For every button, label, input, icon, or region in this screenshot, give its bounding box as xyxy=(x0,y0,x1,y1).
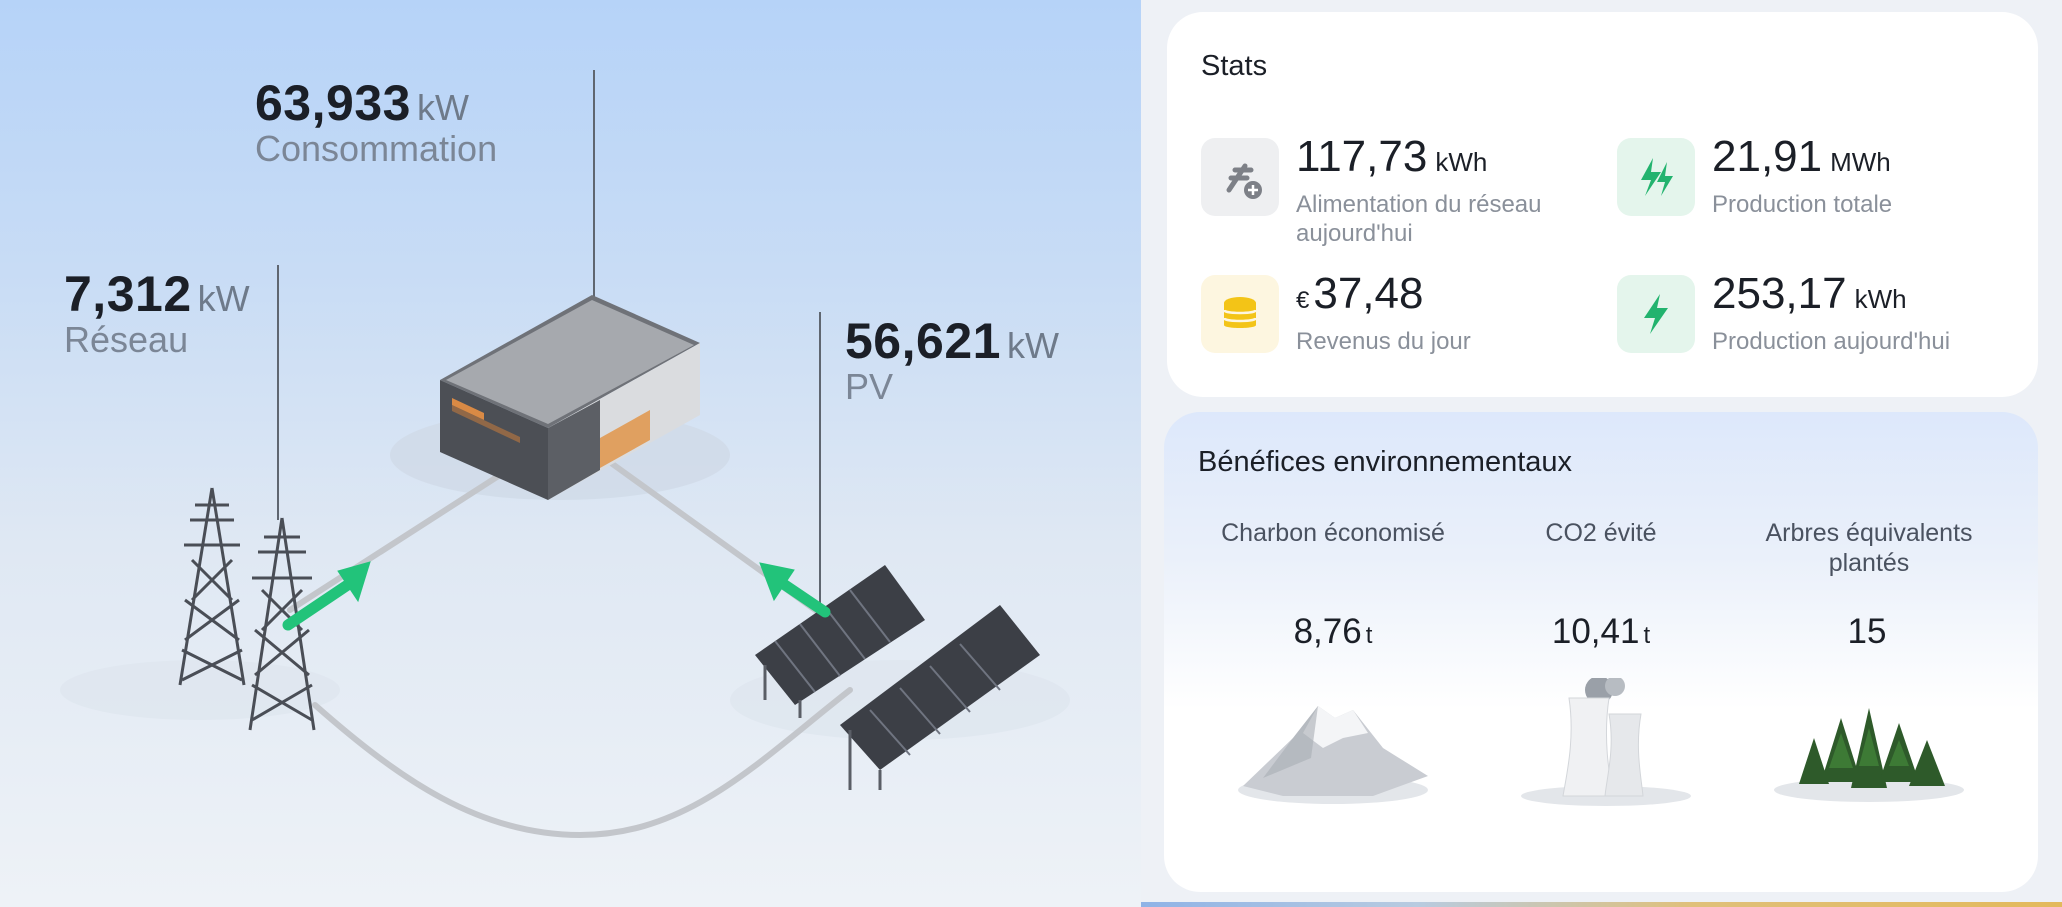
stat-today-production-label: Production aujourd'hui xyxy=(1712,328,1951,355)
bottom-strip xyxy=(1141,902,2062,907)
benefit-co2-avoided: CO2 évité 10,41 t xyxy=(1486,518,1716,808)
stat-daily-revenue-value: 37,48 xyxy=(1313,269,1424,318)
stat-today-production-unit: kWh xyxy=(1854,284,1907,314)
energy-flow-illustration xyxy=(60,70,1070,839)
consumption-label: Consommation xyxy=(255,128,498,169)
pv-metric: 56,621 kW PV xyxy=(845,312,1059,408)
benefit-coal-label: Charbon économisé xyxy=(1221,519,1445,547)
benefit-coal-unit: t xyxy=(1365,622,1373,649)
stats-title: Stats xyxy=(1201,50,1268,82)
stat-total-production-unit: MWh xyxy=(1830,147,1891,177)
benefit-coal-saved: Charbon économisé 8,76 t xyxy=(1218,518,1448,808)
benefit-trees-planted: Arbres équivalents plantés 15 xyxy=(1754,518,1984,808)
stat-daily-revenue-label: Revenus du jour xyxy=(1296,328,1471,355)
stat-today-production-value: 253,17 xyxy=(1712,269,1847,318)
environmental-benefits-card: Bénéfices environnementaux Charbon écono… xyxy=(1164,412,2038,892)
stats-card: Stats 117,73 kWh Alimentation du réseau a… xyxy=(1167,12,2038,397)
benefit-co2-unit: t xyxy=(1643,622,1651,649)
stat-total-production-value: 21,91 xyxy=(1712,132,1823,181)
pv-flow-arrow xyxy=(759,562,831,618)
benefit-coal-value: 8,76 xyxy=(1293,612,1362,651)
grid-label: Réseau xyxy=(64,319,189,360)
grid-unit: kW xyxy=(197,278,250,319)
benefit-trees-value: 15 xyxy=(1847,612,1887,651)
flow-cables xyxy=(287,452,853,839)
cooling-tower-icon xyxy=(1521,678,1691,806)
bolt-icon xyxy=(1617,275,1695,353)
benefit-trees-label: Arbres équivalents plantés xyxy=(1765,519,1973,577)
pv-label: PV xyxy=(845,366,894,407)
forest-icon xyxy=(1774,708,1964,802)
benefit-co2-label: CO2 évité xyxy=(1545,519,1657,547)
consumption-metric: 63,933 kW Consommation xyxy=(255,74,497,170)
stat-grid-feed-unit: kWh xyxy=(1435,147,1488,177)
grid-plug-plus-icon xyxy=(1201,138,1279,216)
pv-value: 56,621 xyxy=(845,313,1001,369)
pv-unit: kW xyxy=(1006,325,1059,366)
stat-grid-feed-label: Alimentation du réseau aujourd'hui xyxy=(1296,191,1542,247)
environmental-benefits-title: Bénéfices environnementaux xyxy=(1198,446,1573,478)
benefit-co2-value: 10,41 xyxy=(1551,612,1640,651)
energy-flow-panel: 63,933 kW Consommation 7,312 kW Réseau 56,… xyxy=(0,0,1141,907)
stat-total-production-label: Production totale xyxy=(1712,191,1893,218)
stat-grid-feed-value: 117,73 xyxy=(1296,132,1428,181)
grid-value: 7,312 xyxy=(64,266,192,322)
double-bolt-icon xyxy=(1617,138,1695,216)
consumption-unit: kW xyxy=(416,87,469,128)
grid-metric: 7,312 kW Réseau xyxy=(64,265,250,361)
consumption-value: 63,933 xyxy=(255,75,411,131)
coal-mountain-icon xyxy=(1238,706,1428,804)
currency-symbol: € xyxy=(1296,287,1310,314)
coin-stack-icon xyxy=(1201,275,1279,353)
